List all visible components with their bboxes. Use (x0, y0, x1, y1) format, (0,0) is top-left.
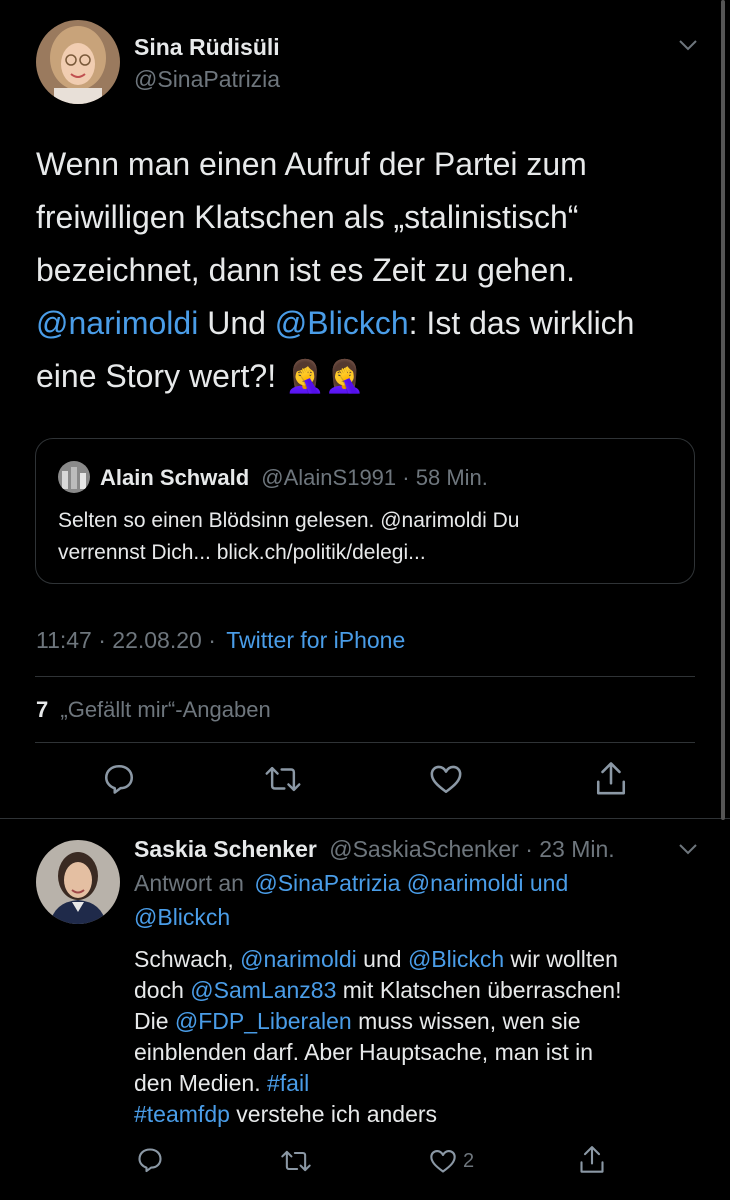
text-line: eine Story wert?! 🤦‍♀️🤦‍♀️ (36, 350, 706, 403)
text-span: freiwilligen Klatschen als „stalinistisc… (36, 199, 579, 235)
text-span: wir wollten (504, 946, 618, 972)
reply-reply-button[interactable] (136, 1146, 164, 1174)
text-line: den Medien. #fail (134, 1068, 714, 1099)
quote-author-name: Alain Schwald (100, 465, 250, 490)
text-line: bezeichnet, dann ist es Zeit zu gehen. (36, 244, 706, 297)
likes-count: 7 (36, 697, 49, 722)
likes-label: „Gefällt mir“-Angaben (60, 697, 271, 722)
mention-link[interactable]: @narimoldi (36, 305, 198, 341)
reply-to-mentions[interactable]: @SinaPatrizia @narimoldi und (254, 870, 568, 896)
retweet-button[interactable] (264, 762, 302, 796)
share-icon (578, 1144, 606, 1176)
text-span: einblenden darf. Aber Hauptsache, man is… (134, 1039, 594, 1065)
text-span: : Ist das wirklich (408, 305, 635, 341)
text-span: und (356, 946, 408, 972)
mention-link[interactable]: #teamfdp (134, 1101, 230, 1127)
author-avatar[interactable] (36, 20, 120, 104)
share-icon (594, 760, 628, 798)
quote-text-line-1: Selten so einen Blödsinn gelesen. @narim… (58, 509, 520, 532)
author-handle[interactable]: @SinaPatrizia (134, 66, 280, 93)
text-line: @narimoldi Und @Blickch: Ist das wirklic… (36, 297, 706, 350)
like-icon (429, 1148, 457, 1174)
retweet-icon (280, 1147, 312, 1175)
mention-link[interactable]: @SamLanz83 (190, 977, 336, 1003)
divider (35, 676, 695, 677)
text-span: verstehe ich anders (229, 1101, 438, 1127)
share-button[interactable] (594, 760, 628, 798)
mention-link[interactable]: @FDP_Liberalen (175, 1008, 352, 1034)
reply-author-handle[interactable]: @SaskiaSchenker (329, 836, 519, 862)
author-name[interactable]: Sina Rüdisüli (134, 34, 280, 61)
quote-avatar (58, 461, 90, 493)
retweet-icon (264, 762, 302, 796)
text-span: den Medien. (134, 1070, 267, 1096)
reply-icon (136, 1146, 164, 1174)
quoted-tweet[interactable]: Alain Schwald @AlainS1991 · 58 Min. Selt… (35, 438, 695, 584)
reply-share-button[interactable] (578, 1144, 606, 1176)
text-span: Schwach, (134, 946, 241, 972)
tweet-source[interactable]: Twitter for iPhone (226, 627, 405, 653)
text-span: Wenn man einen Aufruf der Partei zum (36, 146, 587, 182)
reply-author-avatar[interactable] (36, 840, 120, 924)
text-span: muss wissen, wen sie (351, 1008, 581, 1034)
reply-button[interactable] (102, 762, 136, 796)
reply-separator: · (525, 836, 533, 862)
reply-icon (102, 762, 136, 796)
quote-time: 58 Min. (415, 465, 488, 490)
reply-to-mentions-2[interactable]: @Blickch (134, 904, 230, 931)
tweet-text: Wenn man einen Aufruf der Partei zum frei… (36, 138, 706, 403)
text-line: Schwach, @narimoldi und @Blickch wir wol… (134, 944, 714, 975)
reply-like-count: 2 (463, 1149, 475, 1172)
quote-author-handle: @AlainS1991 (261, 465, 397, 490)
text-span: mit Klatschen überraschen! (336, 977, 622, 1003)
like-icon (429, 763, 463, 795)
text-line: #teamfdp verstehe ich anders (134, 1099, 714, 1130)
reply-like-button[interactable]: 2 (429, 1148, 474, 1174)
section-divider (0, 818, 730, 819)
reply-to-prefix: Antwort an (134, 870, 244, 896)
quote-separator: · (402, 465, 410, 490)
mention-link[interactable]: @Blickch (408, 946, 504, 972)
text-line: freiwilligen Klatschen als „stalinistisc… (36, 191, 706, 244)
text-span: Und (198, 305, 275, 341)
mention-link[interactable]: @narimoldi (240, 946, 357, 972)
text-line: Wenn man einen Aufruf der Partei zum (36, 138, 706, 191)
likes-summary[interactable]: 7 „Gefällt mir“-Angaben (36, 697, 271, 723)
text-line: Die @FDP_Liberalen muss wissen, wen sie (134, 1006, 714, 1037)
text-span: Die (134, 1008, 175, 1034)
mention-link[interactable]: #fail (267, 1070, 309, 1096)
text-line: doch @SamLanz83 mit Klatschen überrasche… (134, 975, 714, 1006)
mention-link[interactable]: @Blickch (275, 305, 409, 341)
quote-text-line-2: verrennst Dich... blick.ch/politik/deleg… (58, 541, 426, 564)
tweet-timestamp: 11:47 · 22.08.20 · (36, 627, 216, 653)
text-span: bezeichnet, dann ist es Zeit zu gehen. (36, 252, 576, 288)
reply-text: Schwach, @narimoldi und @Blickch wir wol… (134, 944, 714, 1130)
reply-time: 23 Min. (539, 836, 615, 862)
text-span: eine Story wert?! 🤦‍♀️🤦‍♀️ (36, 358, 365, 394)
text-span: doch (134, 977, 191, 1003)
reply-author-name[interactable]: Saskia Schenker (134, 836, 317, 862)
divider (35, 742, 695, 743)
text-line: einblenden darf. Aber Hauptsache, man is… (134, 1037, 714, 1068)
like-button[interactable] (429, 763, 463, 795)
reply-retweet-button[interactable] (280, 1147, 312, 1175)
chevron-down-icon[interactable] (678, 38, 697, 56)
scrollbar[interactable] (721, 0, 725, 820)
chevron-down-icon[interactable] (678, 842, 697, 860)
